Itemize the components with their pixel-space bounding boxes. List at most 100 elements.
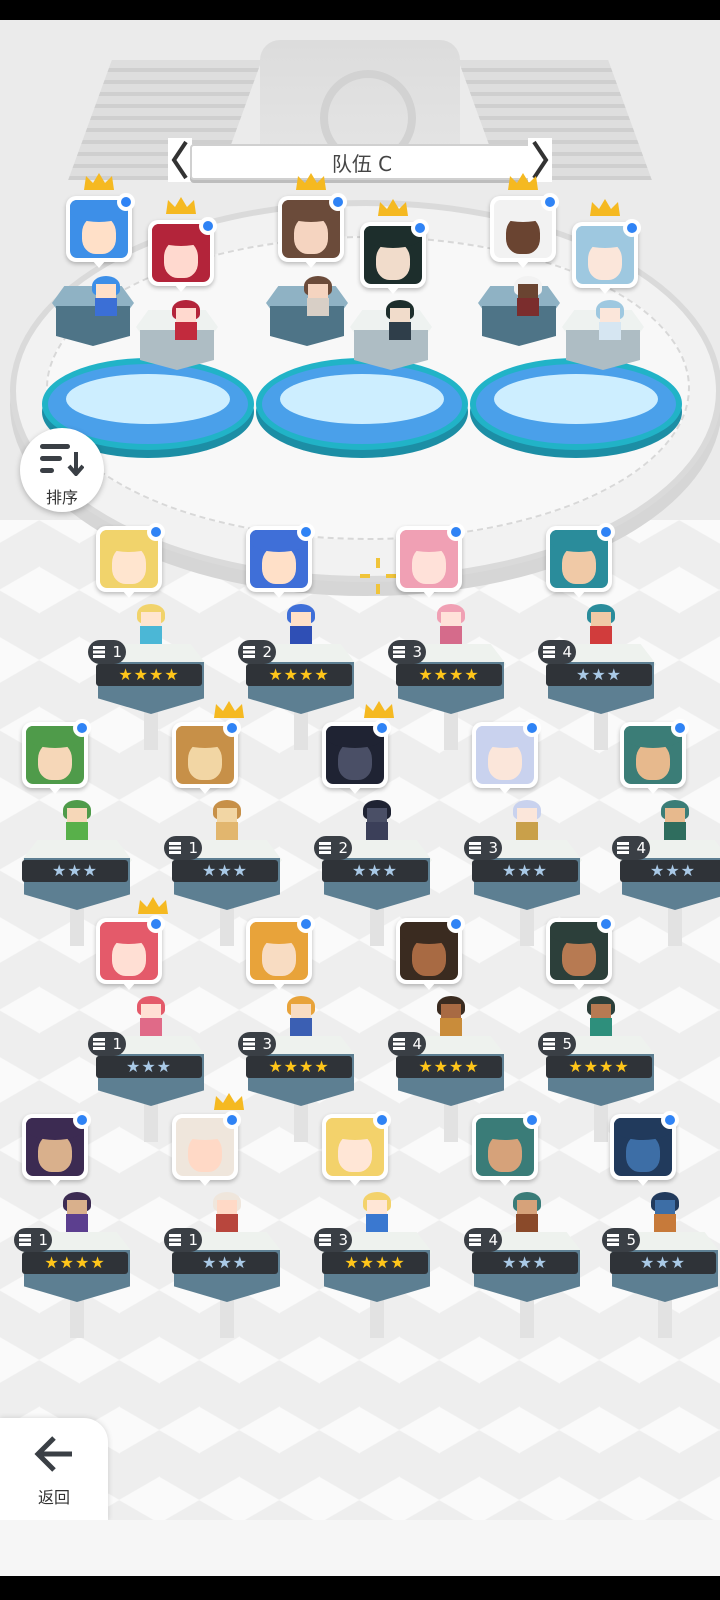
sprite-face [96,284,116,298]
hero-sprite [592,300,628,344]
back-button[interactable]: 返回 [0,1418,108,1520]
star-rating: ★★★ [472,860,578,882]
formation-number: 1 [38,1231,48,1249]
crown-icon [212,700,246,720]
crown-icon [136,896,170,916]
hero-portrait [620,719,689,794]
sprite-body [664,822,686,840]
hero-portrait [246,523,315,598]
hero-sprite [59,800,95,844]
sprite-body [307,298,329,316]
sprite-face [141,612,161,626]
hero-card[interactable]: ★★★ 1 [88,897,206,1142]
formation-badge: 4 [538,640,576,664]
formation-number: 3 [338,1231,348,1249]
stand-pole [520,906,534,946]
stand-pole [668,906,682,946]
sprite-face [600,308,620,322]
hero-portrait [360,219,429,294]
hero-card[interactable]: ★★★ 5 [602,1111,720,1338]
hero-card[interactable]: ★★★★ 1 [88,523,206,750]
star-rating: ★★★★ [246,664,352,686]
selected-dot-icon [373,719,391,737]
formation-number: 5 [626,1231,636,1249]
formation-badge: 3 [388,640,426,664]
formation-number: 5 [562,1035,572,1053]
formation-number: 2 [262,643,272,661]
sprite-face [217,808,237,822]
stack-icon [19,1234,31,1246]
hero-card[interactable]: ★★★ 2 [314,701,432,946]
hero-card[interactable]: ★★★★ 4 [388,915,506,1142]
hero-card[interactable]: ★★★★ 5 [538,915,656,1142]
stand-pole [370,1298,384,1338]
crosshair-icon [358,556,398,596]
hero-sprite [382,300,418,344]
hero-card[interactable]: ★★★★ 2 [238,523,356,750]
selected-dot-icon [523,1111,541,1129]
hero-sprite [647,1192,683,1236]
sort-button[interactable]: 排序 [20,428,104,512]
sprite-face [217,1200,237,1214]
bottom-bar [0,1520,720,1576]
hero-sprite [88,276,124,320]
hero-card[interactable]: ★★★★ 3 [238,915,356,1142]
sprite-face [390,308,410,322]
hero-card[interactable]: ★★★ 1 [164,1093,282,1338]
hero-card[interactable]: ★★★ 4 [612,719,720,946]
hero-card[interactable]: ★★★ 3 [464,719,582,946]
selected-dot-icon [597,523,615,541]
formation-number: 4 [636,839,646,857]
hero-portrait [546,915,615,990]
stack-icon [543,1038,555,1050]
formation-badge: 2 [238,640,276,664]
hero-portrait [66,193,135,268]
sprite-face [291,612,311,626]
stack-icon [169,1234,181,1246]
back-label: 返回 [37,1488,70,1507]
hero-card[interactable]: ★★★★ 3 [388,523,506,750]
hero-sprite [657,800,693,844]
hero-card[interactable]: ★★★ 4 [464,1111,582,1338]
hero-card[interactable]: ★★★★ 1 [14,1111,132,1338]
selected-dot-icon [447,523,465,541]
selected-dot-icon [73,1111,91,1129]
formation-badge: 1 [88,640,126,664]
formation-number: 3 [262,1035,272,1053]
star-rating: ★★★ [172,860,278,882]
formation-badge: 1 [164,836,202,860]
hero-card[interactable]: ★★★ 4 [538,523,656,750]
formation-badge: 4 [464,1228,502,1252]
formation-badge: 4 [388,1032,426,1056]
crown-icon [212,1092,246,1112]
formation-badge: 1 [164,1228,202,1252]
sprite-face [591,612,611,626]
sprite-body [599,322,621,340]
arrow-left-icon [34,1436,72,1472]
formation-badge: 2 [314,836,352,860]
selected-dot-icon [541,193,559,211]
team-title: 队伍 C [190,144,534,180]
hero-portrait [322,1111,391,1186]
hero-portrait [490,193,559,268]
sprite-body [516,822,538,840]
hero-card[interactable]: ★★★ 1 [164,701,282,946]
stand-pole [520,1298,534,1338]
sprite-face [655,1200,675,1214]
selected-dot-icon [147,915,165,933]
formation-number: 1 [188,839,198,857]
selected-dot-icon [671,719,689,737]
star-rating: ★★★ [610,1252,716,1274]
sprite-face [518,284,538,298]
stack-icon [319,842,331,854]
formation-number: 4 [488,1231,498,1249]
sprite-face [67,808,87,822]
stand-pole [594,1102,608,1142]
hero-card[interactable]: ★★★★ 3 [314,1111,432,1338]
selected-dot-icon [223,1111,241,1129]
stack-icon [169,842,181,854]
hero-card[interactable]: ★★★ [22,719,132,946]
prev-team-button[interactable] [168,138,192,182]
hero-sprite [168,300,204,344]
hero-portrait [96,915,165,990]
